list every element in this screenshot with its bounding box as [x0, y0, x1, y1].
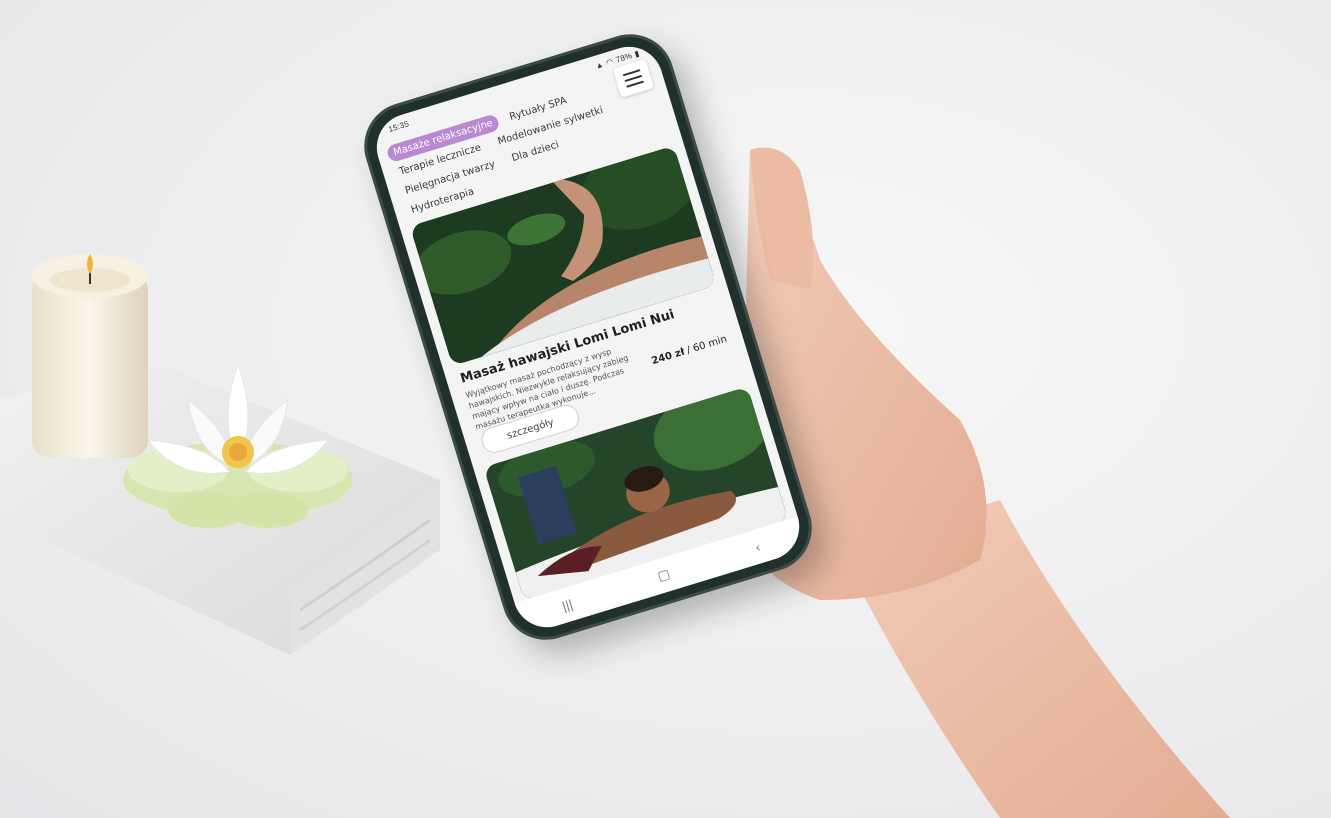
lotus-flower-image	[123, 363, 353, 528]
status-time: 15:35	[387, 118, 410, 134]
battery-icon: ▮	[633, 48, 641, 59]
scene: 15:35 ▲ ◠ 78% ▮ Masaże relaksacyjne Rytu…	[0, 0, 1331, 818]
signal-icon: ▲	[594, 59, 605, 71]
home-icon[interactable]: ▢	[656, 566, 672, 585]
treatment-duration: 60 min	[691, 333, 729, 355]
treatment-price: 240 zł	[650, 346, 687, 368]
wifi-icon: ◠	[604, 56, 615, 68]
price-separator: /	[685, 344, 693, 357]
recent-apps-icon[interactable]: |||	[560, 596, 574, 613]
back-icon[interactable]: ‹	[753, 539, 762, 555]
battery-level: 78%	[614, 50, 634, 65]
